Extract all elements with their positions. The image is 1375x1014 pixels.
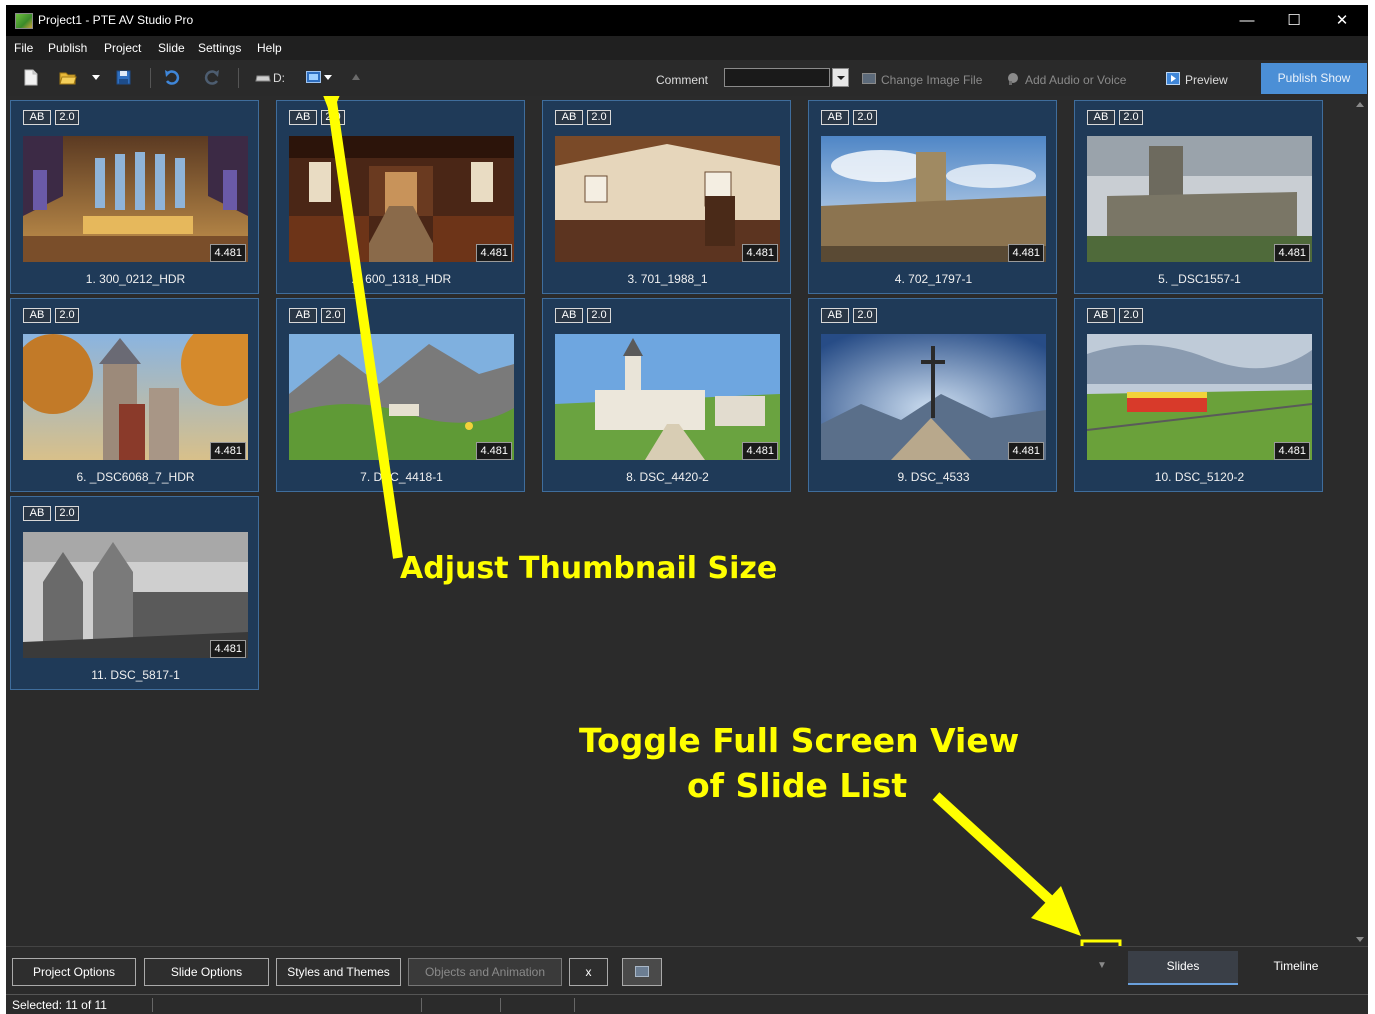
change-image-file-button[interactable]: Change Image File — [881, 73, 982, 87]
undo-icon[interactable] — [164, 70, 180, 85]
selection-status: Selected: 11 of 11 — [12, 998, 107, 1012]
thumbnail-size-dropdown-icon[interactable] — [324, 75, 332, 81]
annotation-fullscreen-line1: Toggle Full Screen View — [579, 721, 1020, 760]
open-folder-icon[interactable] — [59, 70, 77, 85]
preview-icon — [1166, 72, 1180, 85]
bottom-panel: Project Options Slide Options Styles and… — [6, 946, 1368, 995]
x-button[interactable]: x — [569, 958, 608, 986]
close-button[interactable]: ✕ — [1319, 5, 1365, 36]
minimize-button[interactable]: — — [1224, 5, 1270, 36]
menu-bar: File Publish Project Slide Settings Help — [6, 36, 1368, 60]
comment-input[interactable] — [724, 68, 830, 87]
publish-show-button[interactable]: Publish Show — [1261, 63, 1367, 94]
drive-icon[interactable] — [255, 74, 271, 83]
preview-button[interactable]: Preview — [1185, 73, 1228, 87]
menu-publish[interactable]: Publish — [48, 41, 87, 55]
toggle-fullscreen-slide-list-button[interactable]: ▼ — [1097, 960, 1107, 971]
thumbnail-view-button[interactable] — [622, 958, 662, 986]
toolbar: D: Comment Change Image File Add Audio o… — [6, 60, 1368, 96]
thumbnail-arrow-shaft — [327, 101, 403, 559]
toolbar-separator — [238, 68, 239, 88]
menu-slide[interactable]: Slide — [158, 41, 185, 55]
annotation-thumbnail-size: Adjust Thumbnail Size — [400, 551, 778, 586]
objects-animation-button[interactable]: Objects and Animation — [408, 958, 562, 986]
project-options-button[interactable]: Project Options — [12, 958, 136, 986]
redo-icon[interactable] — [204, 70, 220, 85]
status-divider — [574, 998, 575, 1012]
status-divider — [152, 998, 153, 1012]
up-arrow-icon[interactable] — [352, 74, 360, 80]
change-image-icon — [862, 73, 876, 84]
comment-dropdown-button[interactable] — [832, 68, 849, 87]
fullscreen-arrow-shaft — [932, 792, 1055, 905]
annotation-fullscreen-line2: of Slide List — [687, 766, 908, 805]
toolbar-separator — [150, 68, 151, 88]
status-bar: Selected: 11 of 11 — [6, 994, 1368, 1014]
menu-file[interactable]: File — [14, 41, 33, 55]
thumbnail-size-icon[interactable] — [306, 71, 321, 83]
comment-label: Comment — [656, 73, 709, 87]
tab-timeline[interactable]: Timeline — [1240, 951, 1352, 983]
tab-slides[interactable]: Slides — [1128, 951, 1238, 985]
new-file-icon[interactable] — [24, 69, 38, 86]
status-divider — [500, 998, 501, 1012]
app-logo-icon — [15, 13, 33, 29]
add-audio-button[interactable]: Add Audio or Voice — [1025, 73, 1126, 87]
drive-label[interactable]: D: — [273, 71, 285, 85]
status-divider — [421, 998, 422, 1012]
slide-list: AB2.04.4811. 300_0212_HDRAB2.04.4812. 60… — [6, 96, 1368, 946]
thumbnail-view-icon — [635, 966, 649, 977]
menu-project[interactable]: Project — [104, 41, 141, 55]
save-icon[interactable] — [116, 70, 131, 85]
menu-settings[interactable]: Settings — [198, 41, 241, 55]
menu-help[interactable]: Help — [257, 41, 282, 55]
styles-themes-button[interactable]: Styles and Themes — [276, 958, 401, 986]
app-window: Project1 - PTE AV Studio Pro — ☐ ✕ File … — [6, 5, 1368, 1014]
title-bar: Project1 - PTE AV Studio Pro — ☐ ✕ — [6, 5, 1368, 36]
maximize-button[interactable]: ☐ — [1271, 5, 1317, 36]
slide-options-button[interactable]: Slide Options — [144, 958, 269, 986]
annotation-arrows — [323, 96, 1122, 946]
dropdown-arrow-icon[interactable] — [92, 75, 100, 81]
audio-icon — [1008, 73, 1018, 85]
window-title: Project1 - PTE AV Studio Pro — [38, 13, 194, 27]
